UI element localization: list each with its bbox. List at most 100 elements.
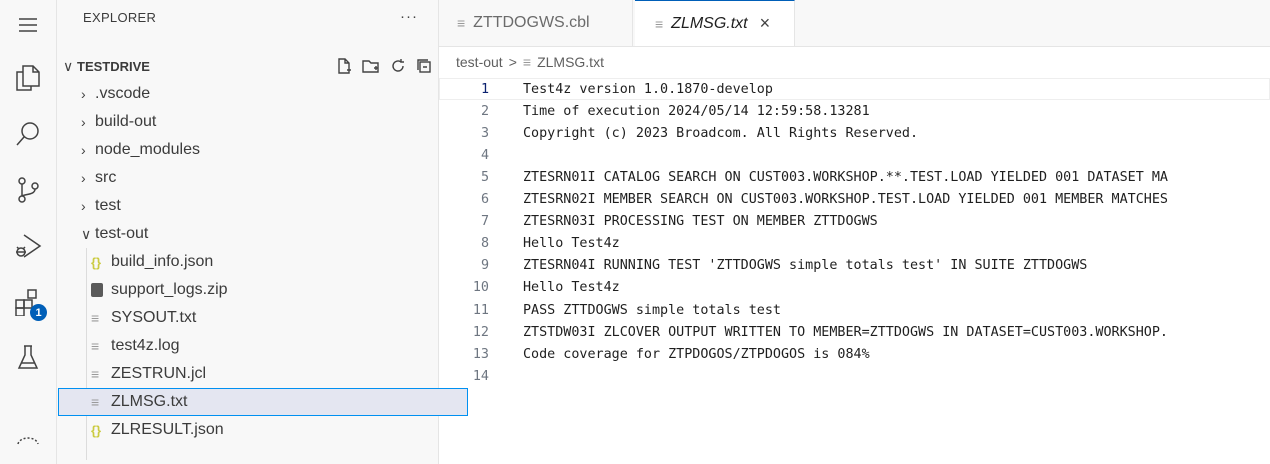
tree-item-test4z-log[interactable]: ≡ test4z.log xyxy=(57,332,472,360)
tree-item-label: ZLRESULT.json xyxy=(111,421,224,438)
new-file-icon[interactable] xyxy=(336,58,352,74)
chevron-right-icon: › xyxy=(81,142,86,158)
line-text: ZTESRN01I CATALOG SEARCH ON CUST003.WORK… xyxy=(523,169,1168,185)
chevron-right-icon: › xyxy=(81,114,86,130)
editor-line[interactable]: 5 ZTESRN01I CATALOG SEARCH ON CUST003.WOR… xyxy=(439,166,1270,188)
tree-item-label: build-out xyxy=(95,113,157,130)
testing-icon[interactable] xyxy=(0,334,56,382)
editor-line[interactable]: 10 Hello Test4z xyxy=(439,277,1270,299)
chevron-down-icon: ∨ xyxy=(63,57,74,74)
tree-item-test[interactable]: › test xyxy=(57,192,462,220)
tab-zlmsg[interactable]: ≡ ZLMSG.txt × xyxy=(635,0,795,46)
line-text: ZTESRN04I RUNNING TEST 'ZTTDOGWS simple … xyxy=(523,258,1088,274)
line-number: 7 xyxy=(480,214,489,230)
tree-item-build-info[interactable]: {} build_info.json xyxy=(57,248,472,276)
tree-item-test-out[interactable]: ∨ test-out xyxy=(57,220,462,248)
explorer-title: EXPLORER xyxy=(83,10,157,25)
editor-line[interactable]: 7 ZTESRN03I PROCESSING TEST ON MEMBER ZTT… xyxy=(439,211,1270,233)
editor-line[interactable]: 11 PASS ZTTDOGWS simple totals test xyxy=(439,299,1270,321)
menu-icon[interactable] xyxy=(0,8,56,42)
breadcrumb-file[interactable]: ZLMSG.txt xyxy=(537,54,604,70)
line-text: ZTESRN02I MEMBER SEARCH ON CUST003.WORKS… xyxy=(523,192,1168,207)
line-text: ZTSTDW03I ZLCOVER OUTPUT WRITTEN TO MEMB… xyxy=(523,324,1168,340)
refresh-icon[interactable] xyxy=(390,58,406,74)
editor-line[interactable]: 8 Hello Test4z xyxy=(439,233,1270,255)
line-number: 5 xyxy=(480,169,489,185)
more-actions-button[interactable]: ··· xyxy=(400,8,418,25)
zip-file-icon xyxy=(91,283,103,297)
text-file-icon: ≡ xyxy=(91,366,100,382)
close-icon[interactable]: × xyxy=(760,13,771,34)
tree-item-label: support_logs.zip xyxy=(111,281,228,298)
tree-item-label: ZLMSG.txt xyxy=(111,393,188,410)
line-number: 1 xyxy=(480,81,489,97)
new-folder-icon[interactable] xyxy=(362,58,380,74)
json-file-icon: {} xyxy=(91,422,102,438)
text-file-icon: ≡ xyxy=(91,338,100,354)
line-number: 2 xyxy=(480,103,489,119)
text-file-icon: ≡ xyxy=(522,54,532,70)
line-number: 14 xyxy=(472,368,489,384)
tree-item-node-modules[interactable]: › node_modules xyxy=(57,136,462,164)
explorer-sidebar: EXPLORER ··· ∨ TESTDRIVE › .vscode › bui… xyxy=(57,0,468,464)
editor-line[interactable]: 9 ZTESRN04I RUNNING TEST 'ZTTDOGWS simple… xyxy=(439,255,1270,277)
tree-item-build-out[interactable]: › build-out xyxy=(57,108,462,136)
breadcrumb-separator: > xyxy=(508,54,517,70)
breadcrumb: test-out > ≡ ZLMSG.txt xyxy=(456,54,604,70)
extensions-icon[interactable]: 1 xyxy=(0,278,56,326)
chevron-right-icon: › xyxy=(81,86,86,102)
tree-item-label: node_modules xyxy=(95,141,200,158)
run-debug-icon[interactable] xyxy=(0,222,56,270)
tree-item-zlmsg[interactable]: ≡ ZLMSG.txt xyxy=(58,388,468,416)
text-file-icon: ≡ xyxy=(655,15,664,32)
collapse-all-icon[interactable] xyxy=(416,58,432,74)
tab-label: ZLMSG.txt xyxy=(671,14,748,32)
tree-item-label: SYSOUT.txt xyxy=(111,309,197,326)
tree-item-zlresult[interactable]: {} ZLRESULT.json xyxy=(57,416,472,444)
text-file-icon: ≡ xyxy=(457,15,466,31)
search-icon[interactable] xyxy=(0,110,56,158)
line-text: Hello Test4z xyxy=(523,236,620,252)
line-text: Test4z version 1.0.1870-develop xyxy=(523,81,773,97)
explorer-toolbar xyxy=(336,52,432,80)
editor-line[interactable]: 3 Copyright (c) 2023 Broadcom. All Rights… xyxy=(439,122,1270,144)
tree-item-zestrun[interactable]: ≡ ZESTRUN.jcl xyxy=(57,360,472,388)
line-number: 4 xyxy=(480,147,489,163)
line-number: 13 xyxy=(472,346,489,362)
workspace-root-label: TESTDRIVE xyxy=(77,58,150,74)
editor-line[interactable]: 13 Code coverage for ZTPDOGOS/ZTPDOGOS is… xyxy=(439,343,1270,365)
editor-line[interactable]: 12 ZTSTDW03I ZLCOVER OUTPUT WRITTEN TO ME… xyxy=(439,321,1270,343)
tree-item-label: src xyxy=(95,169,117,186)
tree-item-vscode[interactable]: › .vscode xyxy=(57,80,462,108)
line-text: PASS ZTTDOGWS simple totals test xyxy=(523,302,781,318)
tree-item-src[interactable]: › src xyxy=(57,164,462,192)
accounts-icon[interactable] xyxy=(0,410,56,458)
tree-item-label: ZESTRUN.jcl xyxy=(111,365,207,382)
chevron-right-icon: › xyxy=(81,170,86,186)
tab-zttdogws[interactable]: ≡ ZTTDOGWS.cbl xyxy=(439,0,633,46)
line-text: Hello Test4z xyxy=(523,280,620,296)
line-number: 3 xyxy=(480,125,489,141)
extensions-badge: 1 xyxy=(30,304,47,321)
json-file-icon: {} xyxy=(91,254,102,270)
editor-line[interactable]: 6 ZTESRN02I MEMBER SEARCH ON CUST003.WORK… xyxy=(439,189,1270,211)
tree-item-label: test4z.log xyxy=(111,337,180,354)
tree-item-sysout[interactable]: ≡ SYSOUT.txt xyxy=(57,304,472,332)
editor-line[interactable]: 1 Test4z version 1.0.1870-develop xyxy=(439,78,1270,100)
line-number: 8 xyxy=(480,236,489,252)
line-text: ZTESRN03I PROCESSING TEST ON MEMBER ZTTD… xyxy=(523,214,878,230)
tree-item-support-logs[interactable]: support_logs.zip xyxy=(57,276,472,304)
tree-item-label: test xyxy=(95,197,121,214)
line-number: 11 xyxy=(472,302,489,318)
chevron-down-icon: ∨ xyxy=(81,225,92,242)
editor-line[interactable]: 14 xyxy=(439,365,1270,387)
breadcrumb-folder[interactable]: test-out xyxy=(456,54,503,70)
editor-line[interactable]: 4 xyxy=(439,144,1270,166)
workspace-root[interactable]: ∨ TESTDRIVE xyxy=(57,52,444,80)
source-control-icon[interactable] xyxy=(0,166,56,214)
line-number: 6 xyxy=(480,192,489,207)
files-icon[interactable] xyxy=(0,54,56,102)
editor-line[interactable]: 2 Time of execution 2024/05/14 12:59:58.1… xyxy=(439,100,1270,122)
text-file-icon: ≡ xyxy=(91,310,100,326)
tab-label: ZTTDOGWS.cbl xyxy=(473,14,590,31)
